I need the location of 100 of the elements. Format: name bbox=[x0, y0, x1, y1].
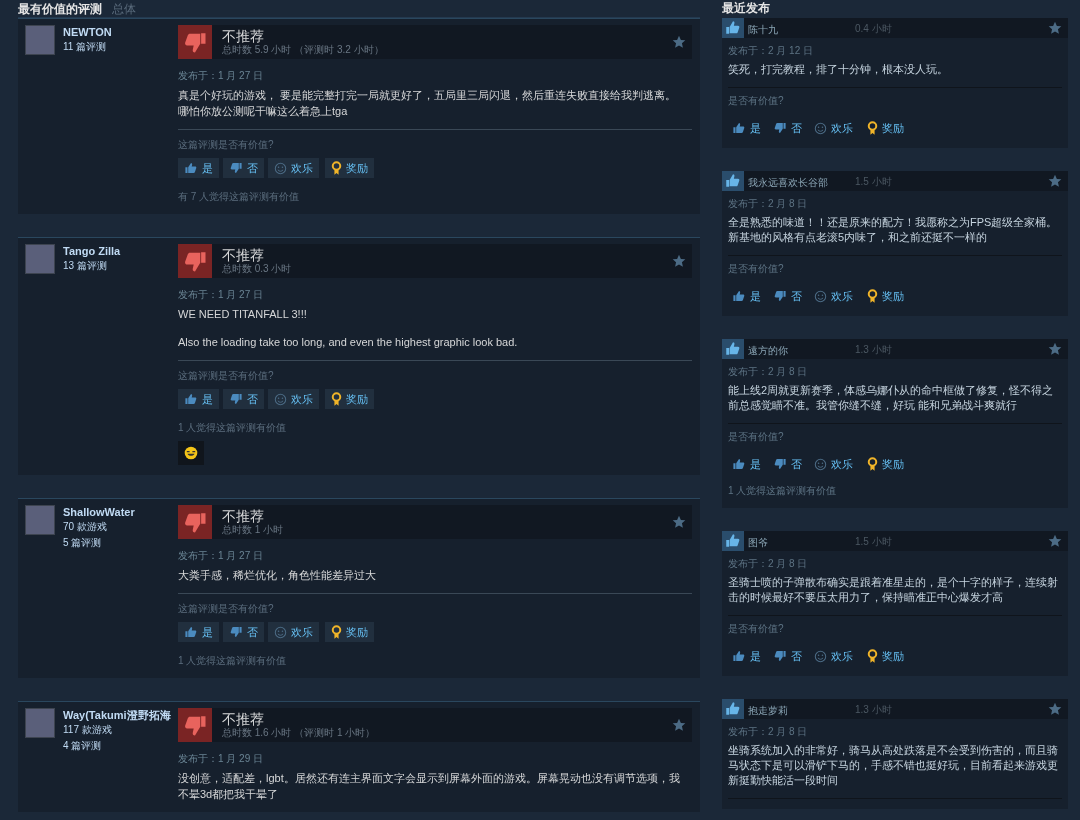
helpful-question: 是否有价值? bbox=[728, 430, 785, 444]
avatar-placeholder bbox=[25, 505, 55, 535]
vote-button[interactable]: 否 bbox=[769, 454, 806, 474]
vote-button[interactable]: 奖励 bbox=[863, 646, 908, 666]
playtime: 总时数 1 小时 bbox=[222, 524, 285, 536]
star-icon bbox=[672, 718, 686, 732]
vote-button[interactable]: 欢乐 bbox=[810, 454, 857, 474]
smiley-icon bbox=[814, 457, 827, 471]
review-date: 发布于：2 月 8 日 bbox=[728, 725, 809, 739]
review-text: Also the loading take too long, and even the highest graphic look bad. bbox=[178, 335, 519, 350]
thumbs-down-icon bbox=[773, 121, 787, 135]
author-stat[interactable]: 70 款游戏 bbox=[63, 519, 135, 535]
vote-button[interactable]: 是 bbox=[178, 158, 219, 178]
vote-button[interactable]: 是 bbox=[728, 646, 765, 666]
award-ribbon-icon bbox=[867, 120, 878, 136]
thumbs-down-icon bbox=[229, 625, 243, 639]
helpful-question: 是否有价值? bbox=[728, 622, 785, 636]
thumbs-down-icon bbox=[773, 289, 787, 303]
review-date: 发布于：1 月 29 日 bbox=[178, 752, 265, 766]
vote-button[interactable]: 是 bbox=[178, 622, 219, 642]
helpful-count: 1 人觉得这篇评测有价值 bbox=[178, 421, 288, 435]
award-ribbon-icon bbox=[867, 288, 878, 304]
vote-button[interactable]: 否 bbox=[769, 286, 806, 306]
vote-button[interactable]: 否 bbox=[769, 118, 806, 138]
vote-button[interactable]: 是 bbox=[178, 389, 219, 409]
star-icon bbox=[672, 35, 686, 49]
award-ribbon-icon bbox=[331, 391, 342, 407]
vote-button[interactable]: 是 bbox=[728, 286, 765, 306]
vote-button[interactable]: 是 bbox=[728, 454, 765, 474]
vote-button[interactable]: 欢乐 bbox=[268, 389, 319, 409]
helpful-question: 这篇评测是否有价值? bbox=[178, 369, 275, 383]
smiley-icon bbox=[814, 649, 827, 663]
vote-button[interactable]: 奖励 bbox=[325, 622, 374, 642]
tab[interactable]: 最有价值的评测 bbox=[18, 1, 102, 17]
star-icon bbox=[1048, 21, 1062, 35]
author-name[interactable]: Way(Takumi澄野拓海 bbox=[63, 708, 171, 722]
vote-button[interactable]: 奖励 bbox=[325, 389, 374, 409]
helpful-question: 是否有价值? bbox=[728, 262, 785, 276]
review-text: 圣骑士喷的子弹散布确实是跟着准星走的，是个十字的样子，连续射击的时候最好不要压太用力了，保持瞄准正中心爆发才高 bbox=[728, 575, 1059, 605]
author-name[interactable]: Tango Zilla bbox=[63, 244, 121, 258]
review-date: 发布于：2 月 8 日 bbox=[728, 557, 809, 571]
author-name[interactable]: 我永远喜欢长谷部 bbox=[748, 177, 828, 188]
thumbs-down-icon bbox=[773, 649, 787, 663]
review-date: 发布于：2 月 8 日 bbox=[728, 197, 809, 211]
vote-button[interactable]: 欢乐 bbox=[810, 118, 857, 138]
smiley-icon bbox=[274, 392, 287, 406]
review-date: 发布于：1 月 27 日 bbox=[178, 288, 265, 302]
helpful-count: 有 7 人觉得这篇评测有价值 bbox=[178, 190, 301, 204]
review-text: 能上线2周就更新赛季，体感乌娜仆从的命中框做了修复，怪不得之前总感觉瞄不准。我管你缝不缝，好玩 能和兄弟战斗爽就行 bbox=[728, 383, 1055, 413]
vote-button[interactable]: 否 bbox=[223, 389, 264, 409]
star-icon bbox=[1048, 702, 1062, 716]
thumbs-up-icon bbox=[732, 649, 746, 663]
star-icon bbox=[672, 254, 686, 268]
author-name[interactable]: 抱走萝莉 bbox=[748, 705, 788, 716]
review-text: 坐骑系统加入的非常好，骑马从高处跌落是不会受到伤害的，而且骑马状态下是可以滑铲下马的，手感不错也挺好玩，目前看起来游戏更新挺勤快能活一段时间 bbox=[728, 743, 1059, 788]
vote-button[interactable]: 否 bbox=[223, 622, 264, 642]
smiley-icon bbox=[814, 121, 827, 135]
star-icon bbox=[1048, 174, 1062, 188]
award-ribbon-icon bbox=[331, 160, 342, 176]
vote-button[interactable]: 欢乐 bbox=[810, 286, 857, 306]
avatar-placeholder bbox=[25, 244, 55, 274]
thumbs-up-icon bbox=[732, 121, 746, 135]
thumbs-down-icon bbox=[229, 392, 243, 406]
author-stat[interactable]: 13 篇评测 bbox=[63, 258, 121, 274]
award-ribbon-icon bbox=[867, 648, 878, 664]
vote-button[interactable]: 奖励 bbox=[863, 118, 908, 138]
author-stat[interactable]: 4 篇评测 bbox=[63, 738, 171, 754]
vote-button[interactable]: 欢乐 bbox=[268, 158, 319, 178]
author-name[interactable]: 图爷 bbox=[748, 537, 768, 548]
vote-button[interactable]: 奖励 bbox=[863, 454, 908, 474]
review-text: 大粪手感，稀烂优化，角色性能差异过大 bbox=[178, 568, 377, 583]
smiley-icon bbox=[274, 161, 287, 175]
author-name[interactable]: 遠方的你 bbox=[748, 345, 788, 356]
vote-button[interactable]: 奖励 bbox=[863, 286, 908, 306]
vote-button[interactable]: 否 bbox=[223, 158, 264, 178]
thumbs-up-icon bbox=[732, 457, 746, 471]
vote-button[interactable]: 欢乐 bbox=[810, 646, 857, 666]
author-name[interactable]: NEWTON bbox=[63, 25, 112, 39]
playtime: 总时数 5.9 小时 （评测时 3.2 小时） bbox=[222, 44, 385, 56]
award-ribbon-icon bbox=[331, 624, 342, 640]
vote-button[interactable]: 欢乐 bbox=[268, 622, 319, 642]
avatar-placeholder bbox=[25, 708, 55, 738]
helpful-count: 1 人觉得这篇评测有价值 bbox=[728, 484, 838, 498]
helpful-question: 这篇评测是否有价值? bbox=[178, 138, 275, 152]
author-stat[interactable]: 11 篇评测 bbox=[63, 39, 112, 55]
review-date: 发布于：1 月 27 日 bbox=[178, 549, 265, 563]
author-name[interactable]: ShallowWater bbox=[63, 505, 135, 519]
thumbs-up-icon bbox=[732, 289, 746, 303]
helpful-question: 是否有价值? bbox=[728, 94, 785, 108]
vote-button[interactable]: 是 bbox=[728, 118, 765, 138]
verdict-label: 不推荐 bbox=[222, 711, 265, 727]
author-stat[interactable]: 117 款游戏 bbox=[63, 722, 171, 738]
author-stat[interactable]: 5 篇评测 bbox=[63, 535, 135, 551]
vote-button[interactable]: 否 bbox=[769, 646, 806, 666]
star-icon bbox=[1048, 342, 1062, 356]
helpful-question: 这篇评测是否有价值? bbox=[178, 602, 275, 616]
author-name[interactable]: 陈十九 bbox=[748, 24, 778, 35]
review-date: 发布于：1 月 27 日 bbox=[178, 69, 265, 83]
vote-button[interactable]: 奖励 bbox=[325, 158, 374, 178]
thumbs-up-icon bbox=[184, 625, 198, 639]
